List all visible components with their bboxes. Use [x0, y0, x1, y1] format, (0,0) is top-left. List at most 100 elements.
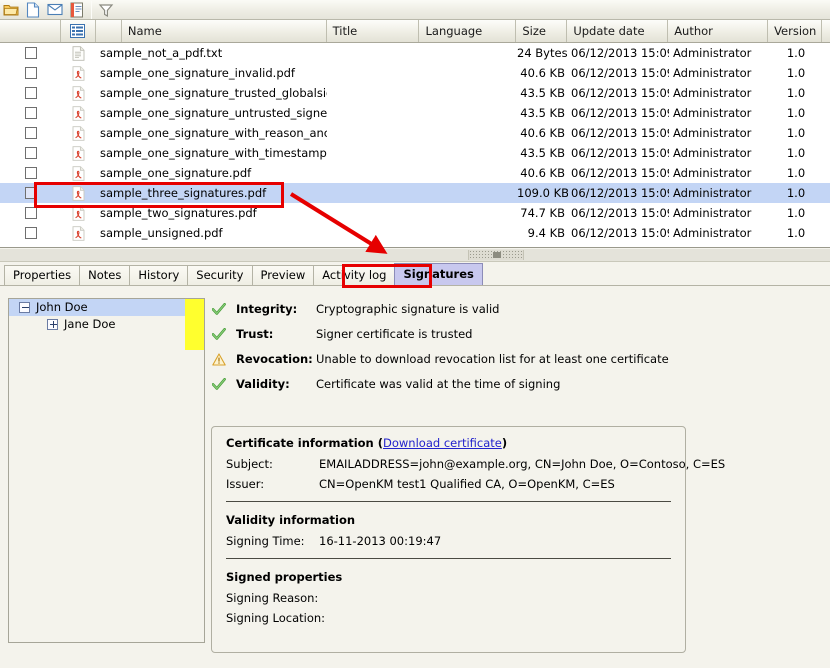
collapse-icon[interactable] [19, 302, 30, 313]
table-row[interactable]: sample_three_signatures.pdf 109.0 KB 06/12… [0, 183, 830, 203]
toolbar-create-group [0, 0, 88, 20]
table-row[interactable]: sample_one_signature_trusted_globalsig 43… [0, 83, 830, 103]
splitter-grip[interactable] [468, 250, 524, 260]
cell-update-date: 06/12/2013 15:09: [571, 86, 669, 100]
column-header-author[interactable]: Author [668, 20, 769, 42]
column-header-language[interactable]: Language [419, 20, 517, 42]
status-label: Integrity: [236, 302, 298, 316]
new-record-icon[interactable] [66, 0, 88, 20]
row-checkbox[interactable] [24, 107, 37, 119]
cell-language [420, 63, 517, 83]
cell-version: 1.0 [786, 106, 806, 120]
row-checkbox-cell[interactable] [0, 203, 61, 223]
cell-author: Administrator [673, 166, 752, 180]
new-folder-icon[interactable] [0, 0, 22, 20]
cell-size: 40.6 KB [520, 166, 565, 180]
column-header-version[interactable]: Version [768, 20, 822, 42]
download-certificate-link[interactable]: Download certificate [383, 436, 502, 450]
file-type-icon [61, 83, 96, 103]
tab-security[interactable]: Security [187, 265, 253, 285]
cell-size: 109.0 KB [517, 186, 568, 200]
row-checkbox[interactable] [24, 147, 37, 159]
row-checkbox-cell[interactable] [0, 223, 61, 243]
row-checkbox[interactable] [24, 227, 37, 239]
column-header-extra[interactable] [822, 20, 830, 42]
cell-name: sample_one_signature_untrusted_signer [100, 106, 327, 120]
horizontal-splitter[interactable] [0, 249, 830, 262]
row-checkbox[interactable] [24, 87, 37, 99]
cell-language [420, 143, 517, 163]
expand-icon[interactable] [47, 319, 58, 330]
cell-title [327, 43, 420, 63]
column-header-size[interactable]: Size [516, 20, 568, 42]
column-header-spacer [96, 20, 122, 42]
cell-title [327, 83, 420, 103]
table-row[interactable]: sample_one_signature_with_timestamp 43.5 … [0, 143, 830, 163]
row-checkbox[interactable] [24, 167, 37, 179]
signature-status-list: Integrity: Cryptographic signature is val… [211, 301, 669, 401]
tab-history[interactable]: History [129, 265, 189, 285]
cell-update-date: 06/12/2013 15:09: [571, 126, 669, 140]
row-checkbox-cell[interactable] [0, 43, 61, 63]
row-checkbox[interactable] [24, 67, 37, 79]
column-header-view[interactable] [61, 20, 96, 42]
cell-name: sample_one_signature_with_reason_anc [100, 126, 327, 140]
tab-notes[interactable]: Notes [79, 265, 131, 285]
cell-version: 1.0 [786, 46, 806, 60]
table-row[interactable]: sample_one_signature_invalid.pdf 40.6 KB 0… [0, 63, 830, 83]
tab-properties[interactable]: Properties [4, 265, 81, 285]
cell-update-date: 06/12/2013 15:09: [571, 186, 669, 200]
row-checkbox-cell[interactable] [0, 123, 61, 143]
signing-time-row: Signing Time: 16-11-2013 00:19:47 [226, 534, 671, 548]
cell-version: 1.0 [786, 66, 806, 80]
certificate-subject-key: Subject: [226, 457, 273, 471]
table-row[interactable]: sample_one_signature_untrusted_signer 43.… [0, 103, 830, 123]
row-checkbox-cell[interactable] [0, 103, 61, 123]
cell-title [327, 183, 420, 203]
table-row[interactable]: sample_two_signatures.pdf 74.7 KB 06/12/20… [0, 203, 830, 223]
row-checkbox-cell[interactable] [0, 143, 61, 163]
status-value: Unable to download revocation list for a… [316, 352, 669, 366]
cell-name: sample_one_signature_trusted_globalsig [100, 86, 327, 100]
cell-version: 1.0 [786, 146, 806, 160]
cell-version: 1.0 [786, 226, 806, 240]
column-header-title[interactable]: Title [327, 20, 420, 42]
row-checkbox-cell[interactable] [0, 183, 61, 203]
tab-signatures[interactable]: Signatures [394, 263, 483, 285]
row-checkbox-cell[interactable] [0, 163, 61, 183]
status-row: Trust: Signer certificate is trusted [211, 326, 669, 351]
new-document-icon[interactable] [22, 0, 44, 20]
row-checkbox[interactable] [24, 47, 37, 59]
column-header-select[interactable] [0, 20, 61, 42]
cell-title [327, 223, 420, 243]
tree-node-jane-doe[interactable]: Jane Doe [9, 316, 204, 333]
cell-author: Administrator [673, 186, 752, 200]
cell-title [327, 203, 420, 223]
row-checkbox[interactable] [24, 187, 37, 199]
status-value: Cryptographic signature is valid [316, 302, 500, 316]
cell-name: sample_unsigned.pdf [100, 226, 223, 240]
table-row[interactable]: sample_one_signature_with_reason_anc 40.6… [0, 123, 830, 143]
row-checkbox[interactable] [24, 127, 37, 139]
tab-activity-log[interactable]: Activity log [313, 265, 396, 285]
cell-name: sample_one_signature.pdf [100, 166, 252, 180]
status-label: Revocation: [236, 352, 313, 366]
row-checkbox-cell[interactable] [0, 83, 61, 103]
column-header-update-date[interactable]: Update date [567, 20, 669, 42]
column-header-name[interactable]: Name [122, 20, 327, 42]
table-row[interactable]: sample_unsigned.pdf 9.4 KB 06/12/2013 15:0… [0, 223, 830, 243]
cell-title [327, 163, 420, 183]
file-list-body: sample_not_a_pdf.txt 24 Bytes 06/12/2013 1… [0, 43, 830, 243]
cell-update-date: 06/12/2013 15:09: [571, 46, 669, 60]
row-checkbox-cell[interactable] [0, 63, 61, 83]
tab-preview[interactable]: Preview [251, 265, 315, 285]
cell-update-date: 06/12/2013 15:09: [571, 66, 669, 80]
filter-icon[interactable] [95, 0, 117, 20]
tree-node-john-doe[interactable]: John Doe [9, 299, 204, 316]
signing-reason-key: Signing Reason: [226, 591, 319, 605]
status-row: Validity: Certificate was valid at the ti… [211, 376, 669, 401]
new-mail-icon[interactable] [44, 0, 66, 20]
row-checkbox[interactable] [24, 207, 37, 219]
table-row[interactable]: sample_not_a_pdf.txt 24 Bytes 06/12/2013 1… [0, 43, 830, 63]
table-row[interactable]: sample_one_signature.pdf 40.6 KB 06/12/201… [0, 163, 830, 183]
